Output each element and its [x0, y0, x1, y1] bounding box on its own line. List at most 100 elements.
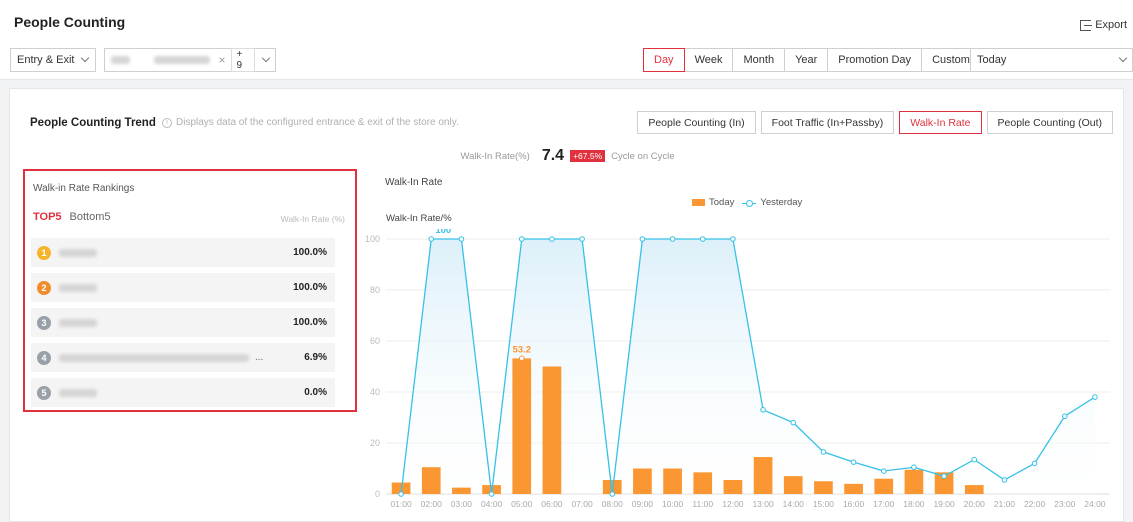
summary-suffix: Cycle on Cycle — [611, 150, 675, 162]
ranking-row[interactable]: 3 100.0% — [31, 308, 335, 337]
x-tick-label: 08:00 — [602, 499, 624, 509]
tab-month[interactable]: Month — [732, 48, 786, 72]
tab-bottom5[interactable]: Bottom5 — [70, 211, 111, 223]
chart-legend: Today Yesterday — [692, 197, 802, 208]
y-tick-label: 20 — [370, 438, 380, 448]
date-select[interactable]: Today — [970, 48, 1133, 72]
x-tick-label: 05:00 — [511, 499, 533, 509]
store-select[interactable]: × + 9 — [104, 48, 276, 72]
store-tag-name — [154, 56, 211, 64]
ranking-row[interactable]: 1 100.0% — [31, 238, 335, 267]
legend-today-label[interactable]: Today — [709, 197, 734, 208]
direction-select[interactable]: Entry & Exit — [10, 48, 96, 72]
yesterday-point — [1001, 477, 1008, 483]
yesterday-point — [518, 236, 525, 242]
metric-tab-walk-in-rate[interactable]: Walk-In Rate — [899, 111, 982, 134]
yesterday-point — [699, 236, 706, 242]
x-tick-label: 14:00 — [783, 499, 805, 509]
ranking-value: 100.0% — [293, 282, 327, 293]
ranking-row[interactable]: 4 ... 6.9% — [31, 343, 335, 372]
x-tick-label: 01:00 — [390, 499, 412, 509]
yesterday-area — [401, 239, 1095, 494]
ranking-name: ... — [59, 352, 265, 363]
x-tick-label: 03:00 — [451, 499, 473, 509]
ranking-name — [59, 248, 265, 257]
ranking-name — [59, 283, 265, 292]
today-bar — [663, 468, 682, 494]
legend-today-swatch — [692, 199, 705, 206]
tab-week[interactable]: Week — [683, 48, 734, 72]
yesterday-point — [1061, 413, 1068, 420]
today-bar — [693, 472, 713, 494]
ranking-value: 100.0% — [293, 317, 327, 328]
x-tick-label: 20:00 — [964, 499, 986, 509]
x-tick-label: 22:00 — [1024, 499, 1046, 509]
metric-tab-people-in[interactable]: People Counting (In) — [637, 111, 756, 134]
chevron-down-icon — [81, 53, 90, 63]
data-label: 100 — [435, 229, 451, 236]
today-bar — [753, 457, 773, 494]
ranking-row[interactable]: 5 0.0% — [31, 378, 335, 407]
yesterday-point — [669, 236, 676, 242]
clear-icon[interactable]: × — [218, 53, 225, 67]
summary-value: 7.4 — [541, 147, 565, 164]
summary-label: Walk-In Rate(%) — [460, 150, 530, 162]
today-bar — [783, 476, 803, 494]
y-tick-label: 80 — [370, 285, 380, 295]
rankings-title: Walk-in Rate Rankings — [33, 183, 135, 194]
tab-year[interactable]: Year — [784, 48, 829, 72]
more-stores-count: + 9 — [231, 48, 256, 72]
x-tick-label: 02:00 — [421, 499, 443, 509]
ranking-value: 100.0% — [293, 247, 327, 258]
top-bar: People Counting Export Entry & Exit × + … — [0, 0, 1133, 80]
rank-medal: 4 — [37, 350, 51, 365]
ranking-value: 0.0% — [304, 387, 327, 398]
tab-day[interactable]: Day — [643, 48, 685, 72]
x-tick-label: 12:00 — [722, 499, 744, 509]
today-bar — [421, 467, 441, 494]
metric-tab-foot-traffic[interactable]: Foot Traffic (In+Passby) — [760, 111, 895, 134]
today-bar — [874, 478, 894, 494]
walk-in-rate-chart: 0 20 40 60 80 100 100 53.2 01:00 02:00 03:00 04:00 0… — [365, 229, 1110, 509]
ranking-name — [59, 318, 265, 327]
metric-tabs: People Counting (In) Foot Traffic (In+Pa… — [632, 111, 1113, 134]
rank-medal: 3 — [37, 315, 51, 330]
ranking-ellipsis: ... — [255, 352, 264, 363]
x-tick-label: 21:00 — [994, 499, 1016, 509]
y-tick-label: 0 — [375, 489, 380, 499]
yesterday-point — [549, 236, 555, 242]
rank-medal: 1 — [37, 245, 51, 260]
today-bar — [844, 483, 863, 494]
legend-yesterday-label[interactable]: Yesterday — [760, 197, 802, 208]
chevron-down-icon — [261, 53, 271, 63]
yesterday-point — [398, 491, 404, 497]
store-tag-placeholder — [111, 56, 131, 64]
export-button[interactable]: Export — [1080, 19, 1127, 31]
y-tick-label: 60 — [370, 336, 380, 346]
ranking-value: 6.9% — [304, 352, 327, 363]
rankings-tabs: TOP5 Bottom5 — [33, 211, 111, 223]
export-icon — [1080, 19, 1093, 31]
x-tick-label: 16:00 — [843, 499, 865, 509]
yesterday-point — [458, 236, 465, 242]
trend-note: i Displays data of the configured entran… — [162, 117, 459, 128]
yesterday-point — [1031, 460, 1038, 467]
legend-yesterday-swatch — [742, 199, 757, 207]
y-axis-label: Walk-In Rate/% — [386, 213, 452, 224]
y-tick-label: 40 — [370, 387, 380, 397]
yesterday-point — [760, 407, 766, 413]
tab-promotion-day[interactable]: Promotion Day — [827, 48, 923, 72]
x-tick-label: 24:00 — [1084, 499, 1106, 509]
tab-top5[interactable]: TOP5 — [33, 211, 62, 223]
yesterday-point — [880, 468, 887, 474]
ranking-row[interactable]: 2 100.0% — [31, 273, 335, 302]
info-icon: i — [162, 117, 172, 128]
today-bar — [633, 468, 652, 494]
page-title: People Counting — [14, 14, 126, 30]
metric-tab-people-out[interactable]: People Counting (Out) — [986, 111, 1113, 134]
yesterday-point — [730, 236, 736, 242]
trend-note-text: Displays data of the configured entrance… — [176, 117, 459, 128]
rank-medal: 5 — [37, 385, 51, 400]
x-tick-label: 09:00 — [632, 499, 654, 509]
y-tick-label: 100 — [365, 234, 380, 244]
